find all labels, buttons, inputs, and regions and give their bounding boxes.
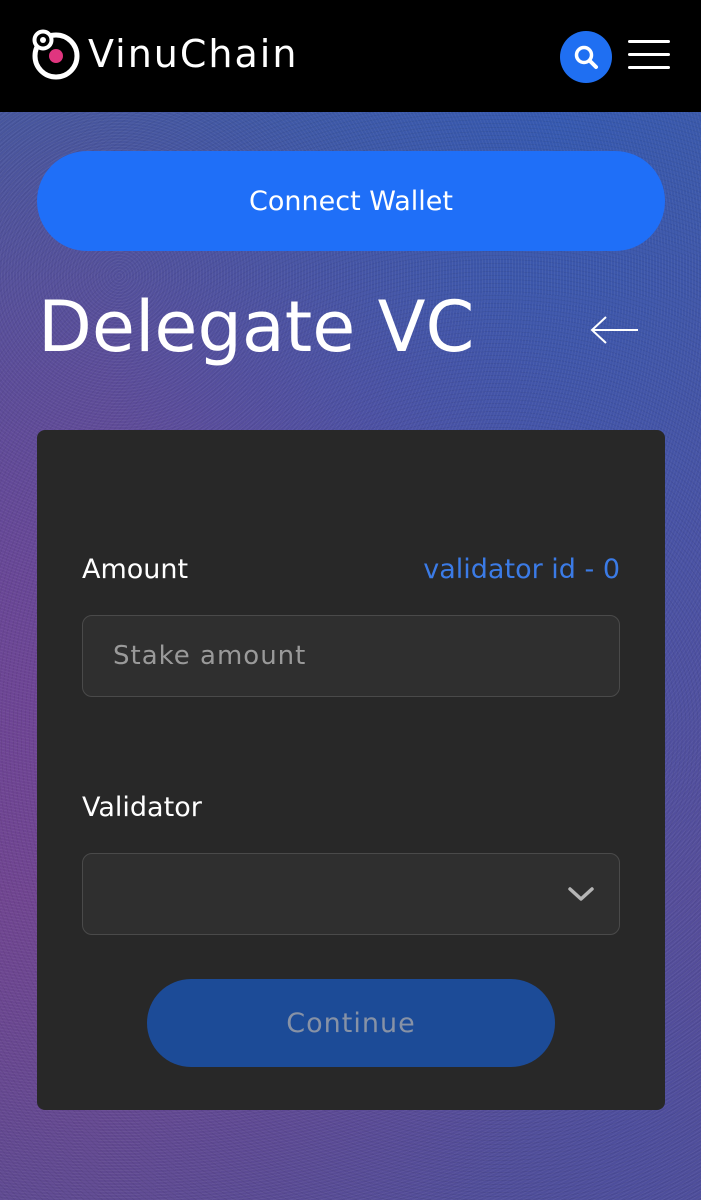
search-icon <box>574 45 598 69</box>
validator-label: Validator <box>82 792 202 823</box>
stake-amount-input[interactable] <box>83 616 619 696</box>
delegate-form-card: Amount validator id - 0 Validator Contin… <box>37 430 665 1110</box>
page-title: Delegate VC <box>38 286 475 368</box>
brand-logo[interactable]: VinuChain <box>30 28 298 80</box>
continue-button[interactable]: Continue <box>147 979 555 1067</box>
brand-name: VinuChain <box>88 32 299 76</box>
search-button[interactable] <box>560 31 612 83</box>
top-header: VinuChain <box>0 0 701 112</box>
amount-label: Amount <box>82 554 189 585</box>
amount-field-wrapper <box>82 615 620 697</box>
vinuchain-logo-icon <box>32 29 80 80</box>
validator-select[interactable] <box>82 853 620 935</box>
connect-wallet-button[interactable]: Connect Wallet <box>37 151 665 251</box>
validator-id-link[interactable]: validator id - 0 <box>423 554 620 585</box>
hamburger-menu-icon[interactable] <box>628 40 670 70</box>
chevron-down-icon <box>568 887 594 901</box>
arrow-left-icon[interactable] <box>590 314 640 346</box>
